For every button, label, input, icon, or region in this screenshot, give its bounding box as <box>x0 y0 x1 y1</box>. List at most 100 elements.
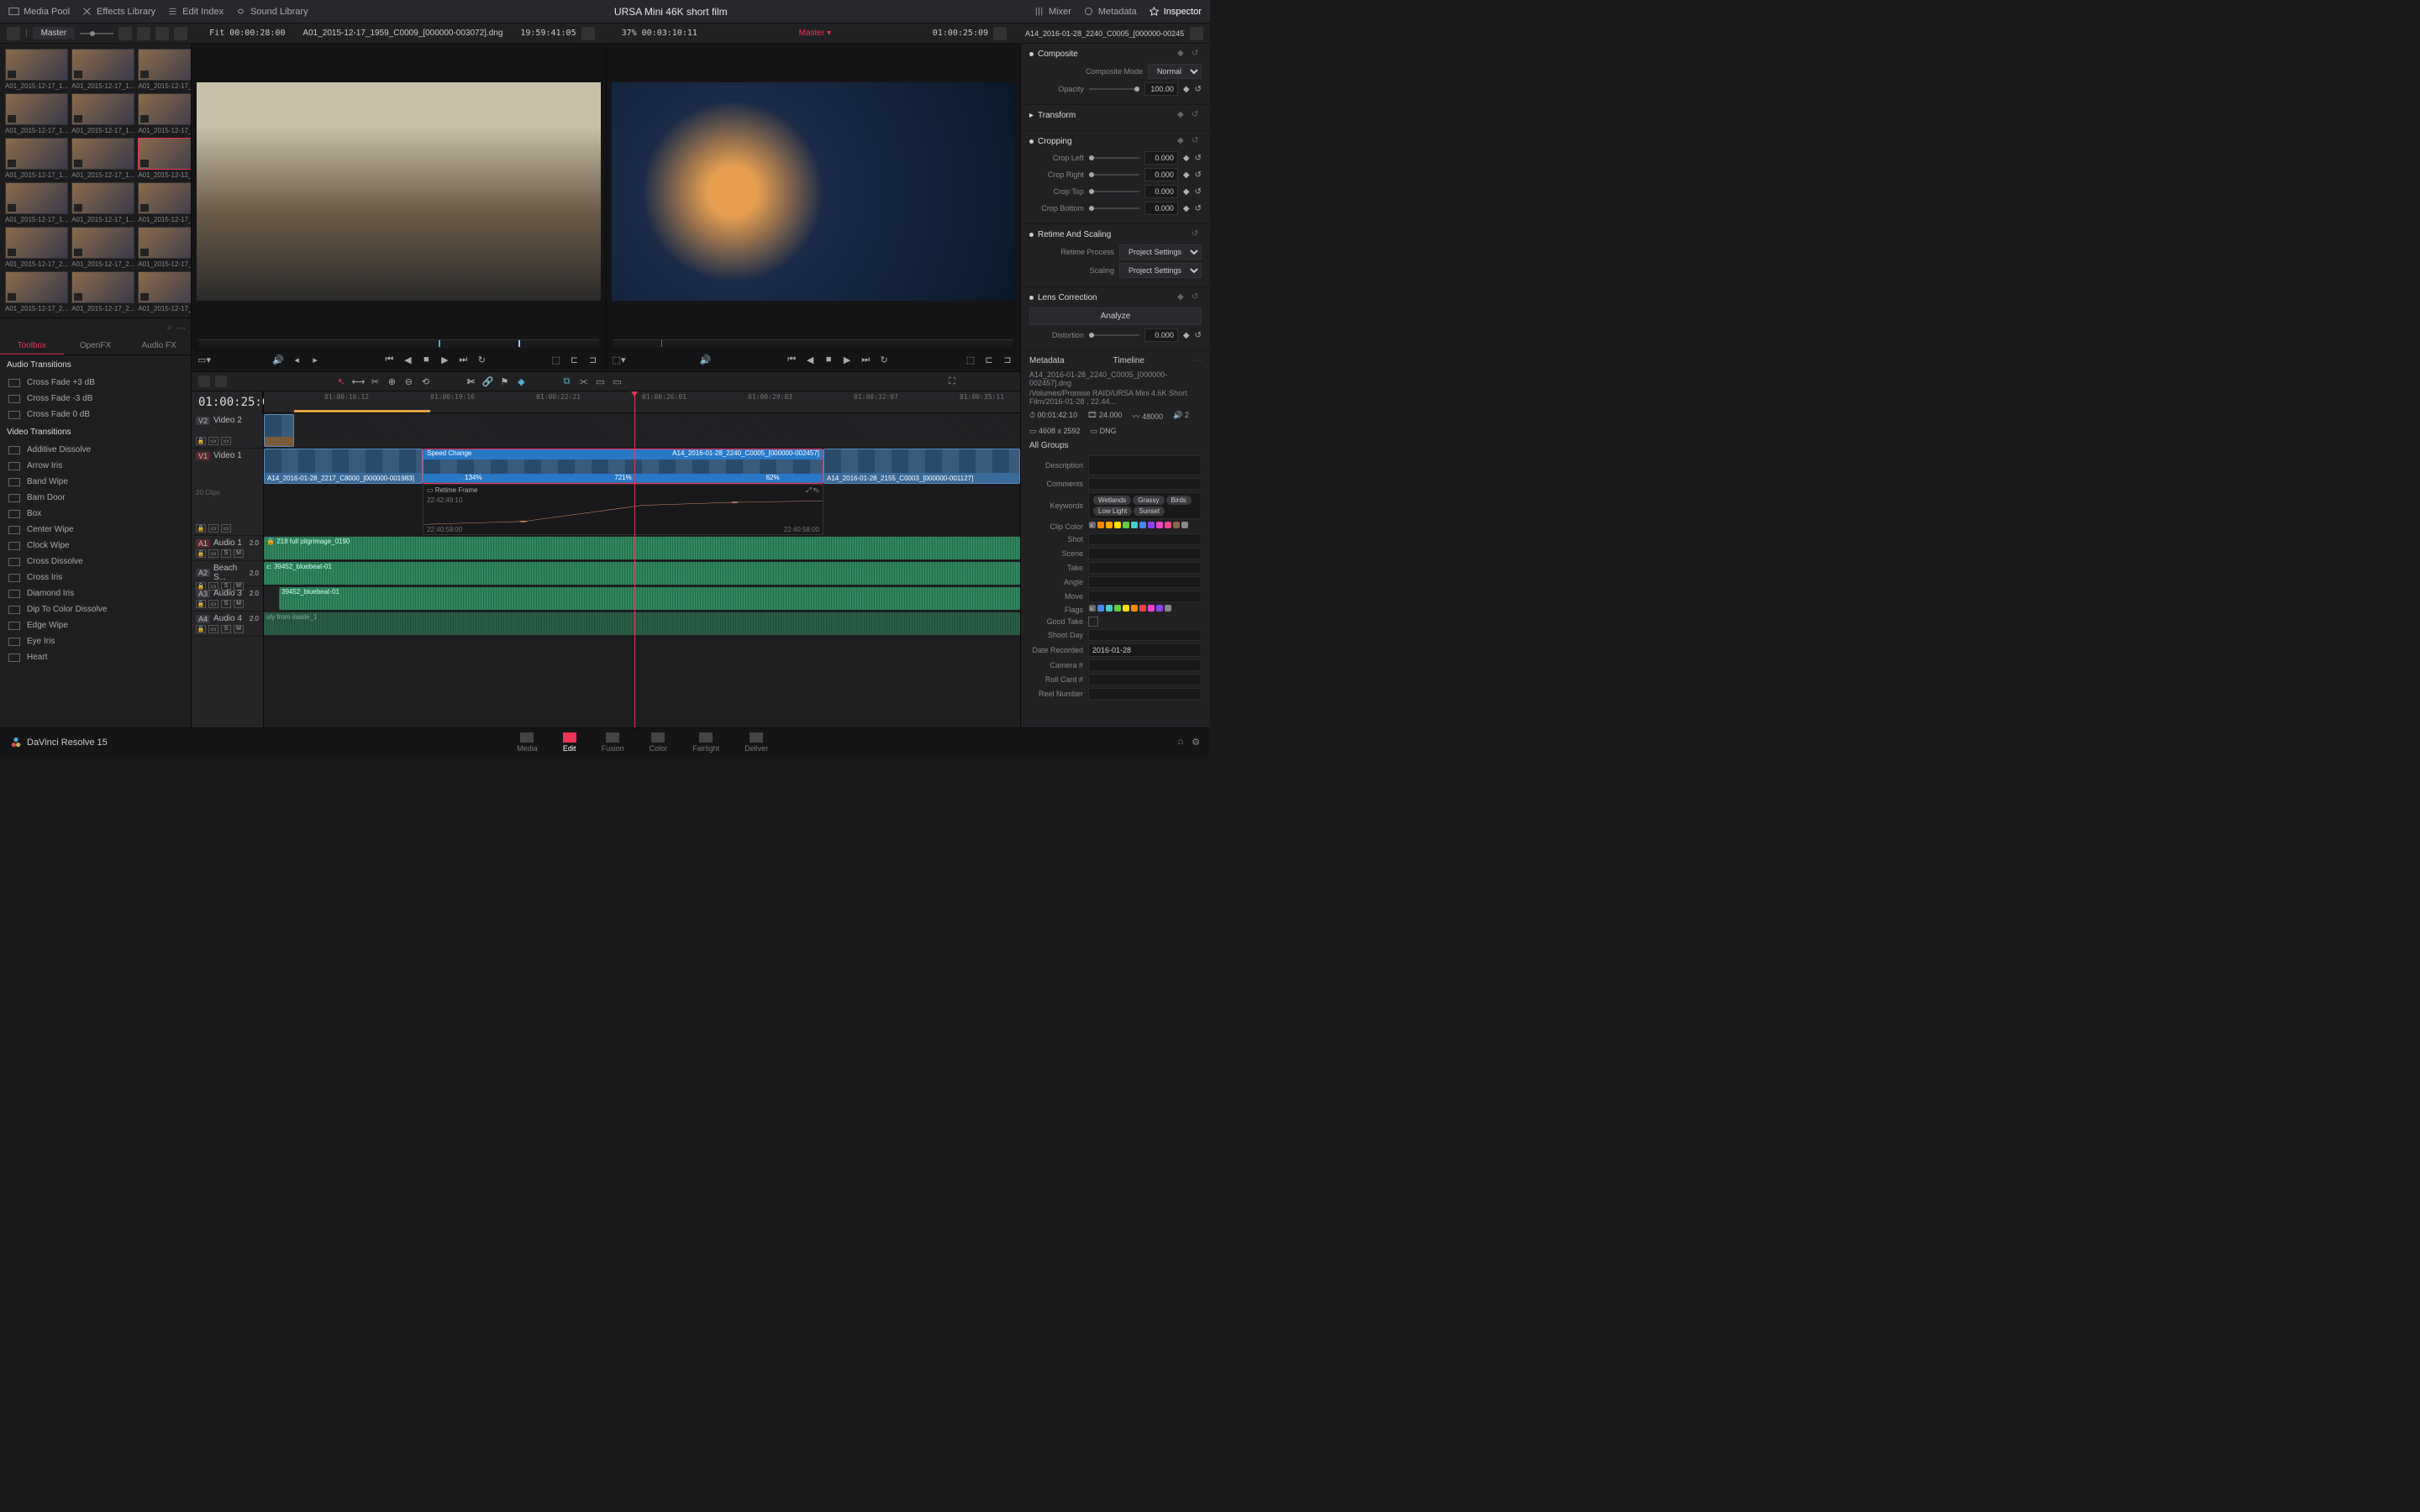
metadata-mode[interactable]: Timeline <box>1113 356 1144 365</box>
mixer-tab[interactable]: Mixer <box>1034 6 1071 17</box>
next-edit-icon[interactable]: ▸ <box>309 354 321 365</box>
effect-item[interactable]: Arrow Iris <box>0 458 191 474</box>
playhead[interactable] <box>634 391 635 727</box>
effect-item[interactable]: Barn Door <box>0 490 191 506</box>
effect-item[interactable]: Cross Fade 0 dB <box>0 407 191 423</box>
media-clip[interactable]: A01_2015-12-17_1... <box>5 182 68 223</box>
sound-library-tab[interactable]: Sound Library <box>235 6 308 17</box>
disable-icon[interactable]: ▭ <box>221 437 231 445</box>
page-media[interactable]: Media <box>517 732 538 753</box>
out-icon[interactable]: ⊐ <box>587 354 598 365</box>
settings-gear-icon[interactable]: ⚙ <box>1192 737 1200 748</box>
effect-item[interactable]: Cross Fade +3 dB <box>0 375 191 391</box>
link-sel-icon[interactable]: ⫘ <box>577 375 589 387</box>
search-icon[interactable] <box>155 27 169 40</box>
loop-icon[interactable]: ↻ <box>476 354 487 365</box>
thumb-size-slider[interactable] <box>80 33 113 34</box>
effect-item[interactable]: Diamond Iris <box>0 585 191 601</box>
match-frame-icon[interactable]: ⬚ <box>965 354 976 365</box>
distortion-slider[interactable] <box>1089 334 1139 336</box>
panel-options-icon[interactable]: ⋯ <box>176 323 186 333</box>
media-clip[interactable]: A01_2015-12-17_1... <box>71 49 134 90</box>
flag-icon[interactable]: ⚑ <box>498 375 510 387</box>
toolbox-tab[interactable]: Toolbox <box>0 337 64 354</box>
take-field[interactable] <box>1088 562 1202 574</box>
bin-breadcrumb[interactable]: Master <box>33 27 76 39</box>
page-edit[interactable]: Edit <box>563 732 576 753</box>
media-clip[interactable]: A01_2015-12-17_1... <box>71 93 134 134</box>
src-mode-icon[interactable]: ▭▾ <box>198 354 210 365</box>
effect-item[interactable]: Cross Dissolve <box>0 554 191 570</box>
page-fusion[interactable]: Fusion <box>602 732 624 753</box>
crop-bottom-slider[interactable] <box>1089 207 1139 209</box>
media-clip[interactable]: A01_2015-12-17_1... <box>5 49 68 90</box>
media-clip[interactable]: A01_2015-12-17_2... <box>138 227 191 268</box>
v2-lane[interactable] <box>264 413 1020 449</box>
view-grid-icon[interactable] <box>118 27 132 40</box>
page-color[interactable]: Color <box>650 732 668 753</box>
tl-opts-icon[interactable] <box>215 375 227 387</box>
keywords-field[interactable]: WetlandsGrassyBirdsLow LightSunset <box>1088 492 1202 519</box>
edit-index-tab[interactable]: Edit Index <box>167 6 224 17</box>
last-frame-icon[interactable]: ⏭ <box>457 354 469 365</box>
timeline-dropdown[interactable]: Master <box>799 29 825 38</box>
play-icon[interactable]: ▶ <box>841 354 853 365</box>
crop-right-slider[interactable] <box>1089 174 1139 176</box>
first-frame-icon[interactable]: ⏮ <box>383 354 395 365</box>
first-frame-icon[interactable]: ⏮ <box>786 354 797 365</box>
inspector-tab[interactable]: Inspector <box>1149 6 1202 17</box>
composite-mode-select[interactable]: Normal <box>1148 64 1202 79</box>
zoom-tl-icon[interactable]: ⛶ <box>946 375 958 387</box>
prg-mode-icon[interactable]: ⬚▾ <box>613 354 625 365</box>
replace-icon[interactable]: ⟲ <box>419 375 431 387</box>
timeline-timecode[interactable]: 01:00:25:09 <box>192 391 263 413</box>
effect-item[interactable]: Center Wipe <box>0 522 191 538</box>
effect-item[interactable]: Edge Wipe <box>0 617 191 633</box>
a4-lane[interactable]: uly from inside_1 <box>264 612 1020 637</box>
blade-tool-icon[interactable]: ✂ <box>369 375 381 387</box>
media-clip[interactable]: A01_2015-12-17_1... <box>138 93 191 134</box>
shoot-day-field[interactable] <box>1088 629 1202 641</box>
media-clip[interactable]: A01_2015-12-17_1... <box>71 138 134 179</box>
a4-track-head[interactable]: A4Audio 42.0🔒▭SM <box>192 612 263 637</box>
effect-item[interactable]: Clock Wipe <box>0 538 191 554</box>
shot-field[interactable] <box>1088 533 1202 545</box>
scene-field[interactable] <box>1088 548 1202 559</box>
transform-header[interactable]: Transform <box>1038 111 1076 120</box>
crop-left-slider[interactable] <box>1089 157 1139 159</box>
play-icon[interactable]: ▶ <box>439 354 450 365</box>
metadata-tab[interactable]: Metadata <box>1083 6 1137 17</box>
comments-field[interactable] <box>1088 478 1202 490</box>
home-icon[interactable]: ⌂ <box>1177 737 1183 748</box>
insert-icon[interactable]: ⊕ <box>386 375 397 387</box>
snap-icon[interactable]: ⧉ <box>560 375 572 387</box>
page-fairlight[interactable]: Fairlight <box>692 732 719 753</box>
effect-item[interactable]: Eye Iris <box>0 633 191 649</box>
link-icon[interactable]: 🔗 <box>481 375 493 387</box>
a3-lane[interactable]: 39452_bluebeat-01 <box>264 586 1020 612</box>
timeline-ruler[interactable]: 01:00:16:1201:00:19:1601:00:22:2101:00:2… <box>264 391 1020 413</box>
media-clip[interactable]: A01_2015-12-12_1... <box>138 138 191 179</box>
a2-track-head[interactable]: A2Beach S...2.0🔒▭SM <box>192 561 263 586</box>
media-clip[interactable]: A01_2015-12-17_2... <box>71 227 134 268</box>
search-icon[interactable]: ⌕ <box>167 323 172 333</box>
retime-header[interactable]: Retime And Scaling <box>1038 230 1111 239</box>
crop-top-slider[interactable] <box>1089 191 1139 192</box>
effect-item[interactable]: Heart <box>0 649 191 665</box>
out-icon[interactable]: ⊐ <box>1002 354 1013 365</box>
page-deliver[interactable]: Deliver <box>744 732 768 753</box>
effect-item[interactable]: Cross Iris <box>0 570 191 585</box>
prev-edit-icon[interactable]: ◂ <box>291 354 302 365</box>
a2-lane[interactable]: ⊏ 39452_bluebeat-01 <box>264 561 1020 586</box>
in-icon[interactable]: ⊏ <box>568 354 580 365</box>
effect-item[interactable]: Box <box>0 506 191 522</box>
arrow-tool-icon[interactable]: ↖ <box>335 375 347 387</box>
lock-icon[interactable]: 🔒 <box>196 437 206 445</box>
auto-select-icon[interactable]: ▭ <box>208 437 218 445</box>
trim-tool-icon[interactable]: ⟷ <box>352 375 364 387</box>
source-image[interactable] <box>197 82 601 301</box>
media-clip[interactable]: A01_2015-12-17_2... <box>5 271 68 312</box>
mute-icon[interactable]: 🔊 <box>699 354 711 365</box>
source-scrubber[interactable] <box>198 339 599 348</box>
reel-field[interactable] <box>1088 688 1202 700</box>
